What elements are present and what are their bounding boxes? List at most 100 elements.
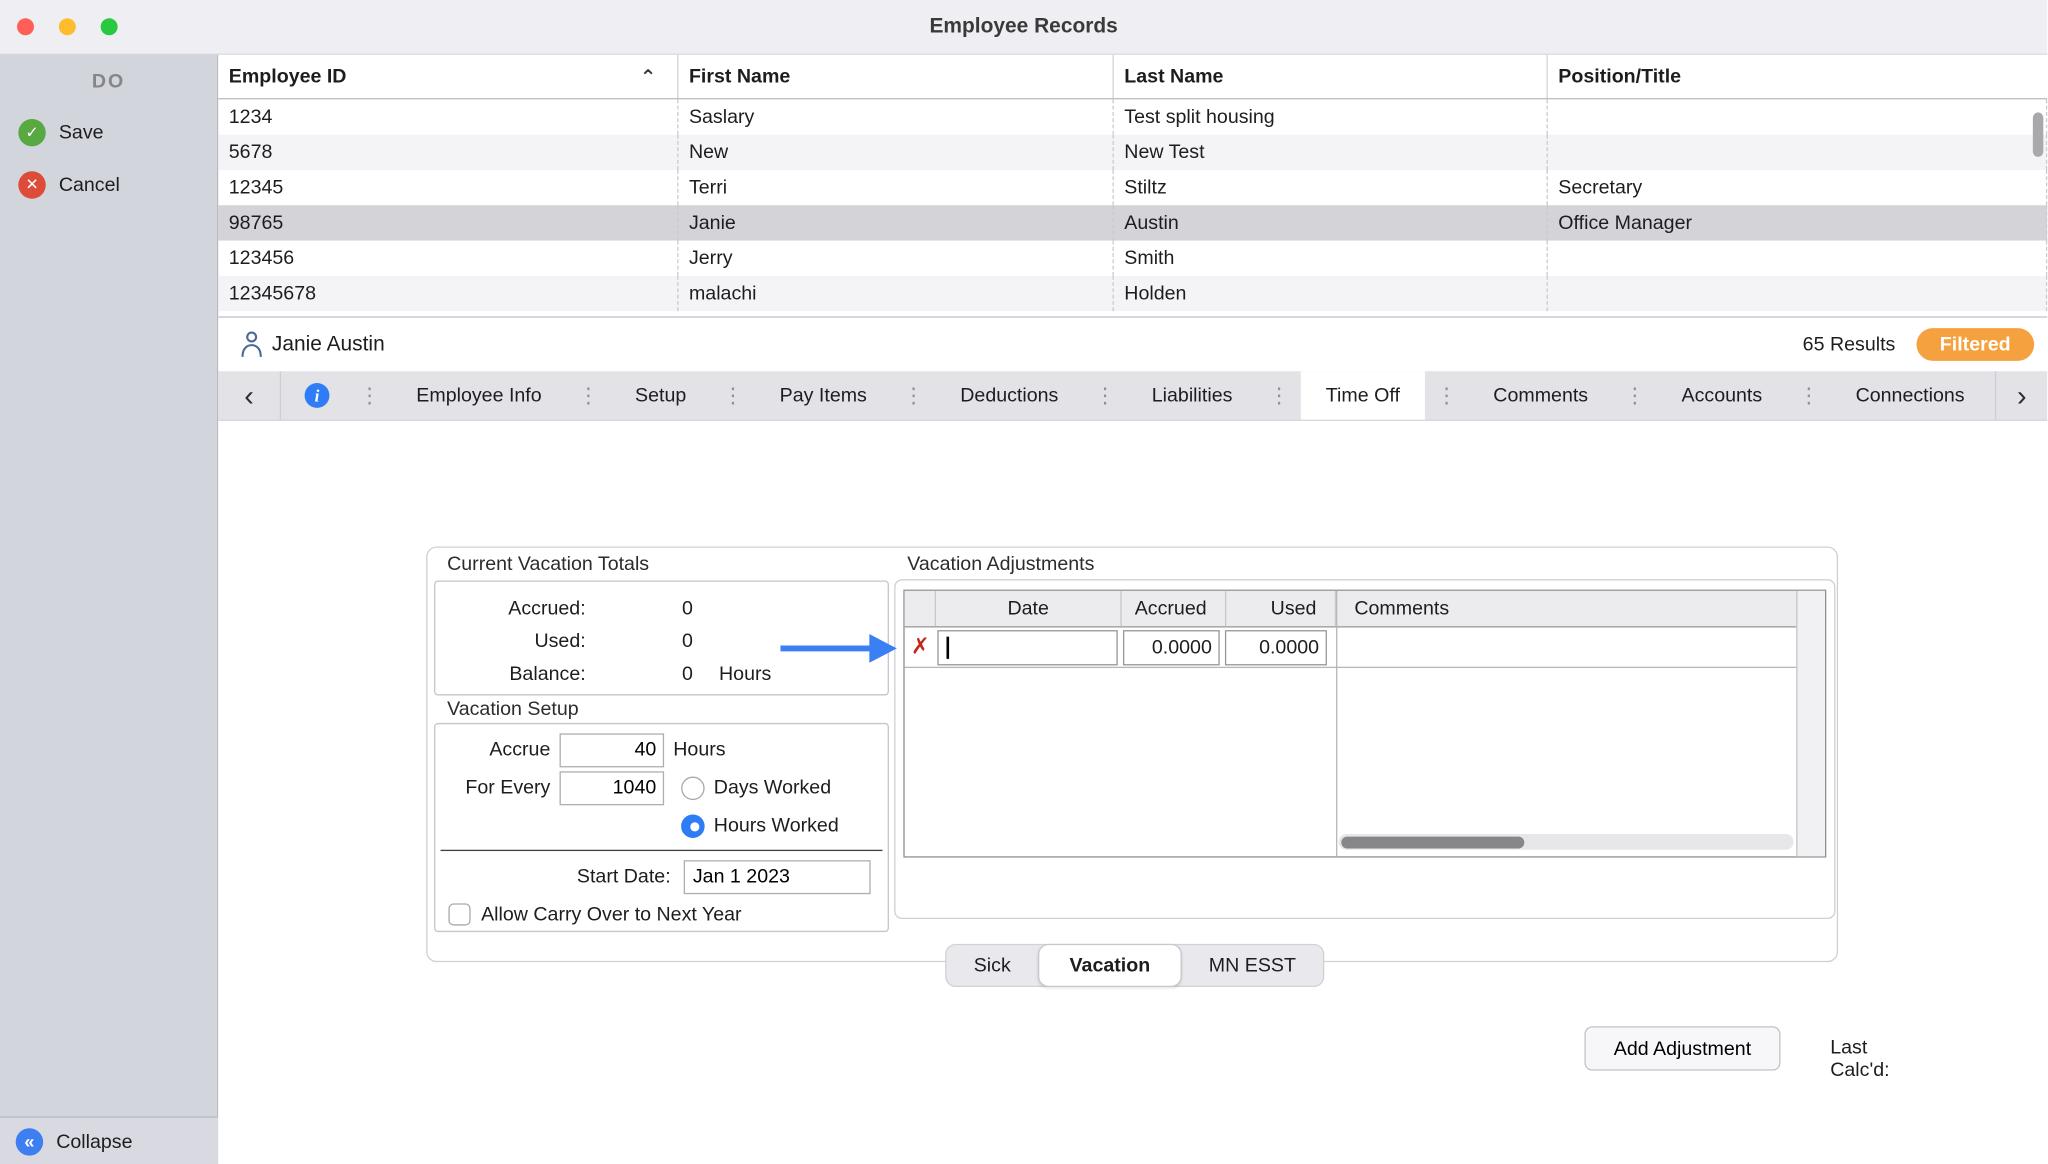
tabs-strip: i ⋮ Employee Info ⋮ Setup ⋮ Pay Items ⋮ …: [281, 371, 1995, 420]
tab-handle-icon: ⋮: [1268, 384, 1290, 408]
tab-employee-info[interactable]: Employee Info: [391, 371, 566, 419]
main-area: Employee ID ⌃ First Name Last Name Posit…: [218, 54, 2048, 1164]
delete-column-header: [905, 590, 937, 627]
tab-record-info[interactable]: i: [286, 371, 347, 419]
adjustments-group-title: Vacation Adjustments: [907, 552, 1095, 576]
tab-handle-icon: ⋮: [903, 384, 925, 408]
x-icon: ✕: [18, 170, 46, 199]
tab-time-off[interactable]: Time Off: [1300, 371, 1425, 420]
record-bar: Janie Austin 65 Results Filtered: [218, 316, 2048, 372]
table-row[interactable]: 1234 Saslary Test split housing: [218, 99, 2048, 135]
vacation-adjustments-pane: Date Accrued Used Comments ✗ 0.0000 0.00…: [894, 579, 1890, 1081]
days-worked-radio[interactable]: Days Worked: [681, 775, 831, 800]
time-off-panel: Current Vacation Totals Accrued: 0 Used:…: [218, 420, 2048, 1164]
carry-over-checkbox[interactable]: [448, 903, 471, 926]
accrued-label: Accrued:: [508, 597, 586, 620]
tab-bar: ‹ i ⋮ Employee Info ⋮ Setup ⋮ Pay Items …: [218, 371, 2048, 421]
last-calcd-label: Last Calc'd:: [1830, 1036, 1890, 1082]
add-adjustment-button[interactable]: Add Adjustment: [1584, 1026, 1781, 1071]
employee-table-header: Employee ID ⌃ First Name Last Name Posit…: [218, 54, 2048, 100]
cancel-label: Cancel: [58, 173, 120, 196]
collapse-label: Collapse: [56, 1130, 133, 1153]
hours-unit-label: Hours: [719, 662, 772, 686]
table-row[interactable]: 12345 Terri Stiltz Secretary: [218, 169, 2048, 206]
adjustment-used-input[interactable]: 0.0000: [1224, 629, 1327, 665]
tab-sick[interactable]: Sick: [946, 945, 1038, 986]
horizontal-scrollbar-thumb[interactable]: [1341, 836, 1525, 848]
tabs-scroll-left-button[interactable]: ‹: [218, 371, 282, 420]
position-cell: [1548, 275, 2048, 312]
chevron-right-icon: ›: [2016, 378, 2027, 412]
employee-id-cell: 123456: [218, 240, 679, 276]
tab-pay-items[interactable]: Pay Items: [755, 371, 892, 419]
tab-accounts[interactable]: Accounts: [1657, 371, 1787, 419]
time-off-page-tabs: Sick Vacation MN ESST: [945, 943, 1325, 988]
column-header-position-title[interactable]: Position/Title: [1548, 55, 2047, 98]
tab-setup[interactable]: Setup: [610, 371, 711, 419]
table-row-selected[interactable]: 98765 Janie Austin Office Manager: [218, 205, 2048, 241]
tab-handle-icon: ⋮: [359, 384, 381, 408]
table-row[interactable]: 123456 Jerry Smith: [218, 240, 2048, 276]
info-icon: i: [304, 383, 330, 408]
window-title: Employee Records: [929, 15, 1118, 38]
comments-horizontal-scrollbar: [1338, 834, 1794, 850]
tab-vacation[interactable]: Vacation: [1037, 943, 1182, 988]
employee-id-cell: 98765: [218, 205, 679, 241]
start-date-input[interactable]: [683, 859, 871, 894]
employee-id-cell: 12345678: [218, 275, 679, 312]
first-name-cell: Terri: [678, 169, 1114, 206]
adjustments-table-header: Date Accrued Used Comments: [904, 590, 1825, 628]
tab-mn-esst[interactable]: MN ESST: [1182, 945, 1323, 986]
filtered-badge[interactable]: Filtered: [1916, 328, 2035, 361]
hours-worked-radio[interactable]: Hours Worked: [681, 813, 839, 838]
tab-handle-icon: ⋮: [1436, 384, 1458, 408]
save-button[interactable]: ✓ Save: [0, 106, 217, 158]
tab-deductions[interactable]: Deductions: [935, 371, 1083, 419]
selected-employee-name: Janie Austin: [271, 332, 385, 355]
employee-records-window: Employee Records DO ✓ Save ✕ Cancel « Co…: [0, 0, 2048, 1164]
check-icon: ✓: [18, 118, 46, 146]
accrued-column-header: Accrued: [1122, 590, 1227, 627]
last-name-cell: New Test: [1114, 134, 1548, 170]
adjustment-date-input[interactable]: [937, 629, 1118, 665]
column-header-first-name[interactable]: First Name: [678, 54, 1114, 99]
tab-handle-icon: ⋮: [1094, 384, 1116, 408]
column-header-last-name[interactable]: Last Name: [1114, 54, 1548, 99]
chevron-left-icon: ‹: [244, 378, 254, 412]
adjustment-accrued-input[interactable]: 0.0000: [1122, 629, 1220, 665]
for-every-input[interactable]: [559, 770, 665, 805]
vacation-setup-box: Accrue Hours For Every Days Worked Hour: [434, 722, 889, 933]
close-button[interactable]: [16, 18, 34, 36]
sidebar: DO ✓ Save ✕ Cancel « Collapse: [0, 54, 219, 1164]
table-scrollbar-thumb[interactable]: [2032, 112, 2044, 157]
tab-comments[interactable]: Comments: [1468, 371, 1612, 419]
person-icon: [241, 331, 262, 357]
setup-divider: [440, 849, 883, 852]
employee-id-cell: 1234: [218, 99, 679, 135]
used-value: 0: [681, 630, 693, 653]
adjustments-vertical-scrollbar[interactable]: [1796, 590, 1825, 857]
delete-adjustment-button[interactable]: ✗: [905, 634, 936, 660]
table-row[interactable]: 5678 New New Test: [218, 134, 2048, 170]
minimize-button[interactable]: [58, 18, 76, 36]
tab-liabilities[interactable]: Liabilities: [1127, 371, 1257, 419]
comments-column-divider: [1336, 590, 1338, 857]
tab-connections[interactable]: Connections: [1831, 371, 1990, 419]
annotation-arrow: [780, 634, 897, 663]
zoom-button[interactable]: [100, 18, 118, 36]
table-row[interactable]: 12345678 malachi Holden: [218, 275, 2048, 312]
adjustment-row: ✗ 0.0000 0.0000: [904, 628, 1825, 669]
accrue-input[interactable]: [559, 732, 665, 767]
balance-label: Balance:: [509, 662, 586, 686]
employee-id-cell: 12345: [218, 169, 679, 206]
accrue-label: Accrue: [489, 738, 551, 761]
sidebar-header: DO: [91, 70, 126, 93]
collapse-button[interactable]: « Collapse: [0, 1116, 219, 1164]
window-titlebar: Employee Records: [0, 0, 2048, 55]
adjustments-table: Date Accrued Used Comments ✗ 0.0000 0.00…: [903, 589, 1827, 858]
tabs-scroll-right-button[interactable]: ›: [1994, 371, 2047, 420]
accrued-value: 0: [681, 597, 693, 620]
column-header-employee-id[interactable]: Employee ID ⌃: [218, 54, 679, 99]
cancel-button[interactable]: ✕ Cancel: [0, 158, 217, 210]
position-cell: Office Manager: [1548, 205, 2048, 241]
